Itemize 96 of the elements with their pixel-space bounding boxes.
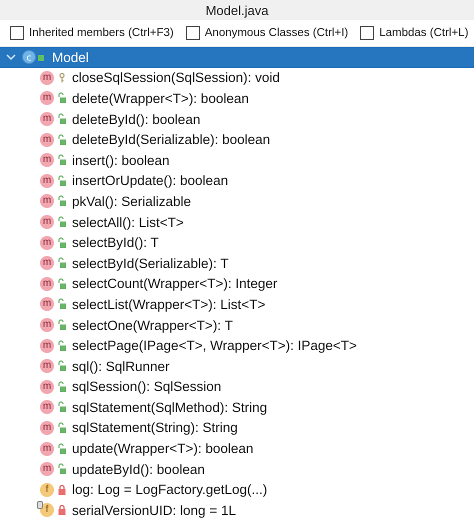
member-signature: selectAll(): List<T> [72,214,184,230]
member-item[interactable]: m selectOne(Wrapper<T>): T [0,314,474,336]
member-kind-icon: m [40,400,54,414]
member-kind-icon: m [40,297,54,312]
member-signature: delete(Wrapper<T>): boolean [72,90,249,106]
member-signature: log: Log = LogFactory.getLog(...) [72,482,268,498]
member-item[interactable]: m selectAll(): List<T> [0,212,474,232]
member-item[interactable]: m update(Wrapper<T>): boolean [0,438,474,459]
member-item[interactable]: m delete(Wrapper<T>): boolean [0,88,474,109]
member-signature: deleteById(): boolean [72,112,200,127]
member-kind-icon: f [40,482,54,497]
member-item[interactable]: m deleteById(): boolean [0,108,474,130]
unlocked-icon [57,319,67,332]
member-item[interactable]: m closeSqlSession(SqlSession): void [0,68,474,88]
member-signature: sqlSession(): SqlSession [72,379,222,394]
member-signature: deleteById(Serializable): boolean [72,132,270,148]
unlocked-icon [57,380,67,393]
member-kind-icon: m [40,236,54,250]
member-item[interactable]: f serialVersionUID: long = 1L [0,500,474,521]
checkbox-square[interactable] [186,26,200,40]
member-kind-icon: m [40,153,54,168]
unlocked-icon [57,340,67,352]
member-kind-icon: f [40,503,54,518]
member-item[interactable]: m deleteById(Serializable): boolean [0,129,474,150]
member-item[interactable]: m insert(): boolean [0,150,474,171]
member-signature: selectOne(Wrapper<T>): T [72,318,233,333]
member-item[interactable]: m sqlStatement(SqlMethod): String [0,397,474,418]
unlocked-icon [57,92,67,104]
member-signature: selectPage(IPage<T>, Wrapper<T>): IPage<T> [72,338,357,354]
checkbox-square[interactable] [10,26,24,40]
checkbox-square[interactable] [360,26,374,40]
member-item[interactable]: m sqlStatement(String): String [0,418,474,438]
unlocked-icon [57,422,67,434]
member-kind-icon: m [40,174,54,188]
unlocked-icon [57,278,67,290]
member-kind-icon: m [40,256,54,270]
lock-icon [57,484,67,496]
member-signature: insert(): boolean [72,152,170,168]
member-signature: closeSqlSession(SqlSession): void [72,70,280,86]
unlocked-icon [57,257,67,270]
unlocked-icon [57,401,67,414]
member-item[interactable]: m insertOrUpdate(): boolean [0,170,474,192]
member-kind-icon: m [40,91,54,106]
member-item[interactable]: m selectList(Wrapper<T>): List<T> [0,294,474,315]
filter-checkbox[interactable]: Inherited members (Ctrl+F3) [10,26,174,40]
key-icon [57,72,67,84]
unlocked-icon [57,298,67,310]
member-signature: sqlStatement(String): String [72,420,238,436]
unlocked-icon [57,442,67,455]
unlocked-icon [57,174,67,187]
member-signature: sqlStatement(SqlMethod): String [72,400,268,415]
member-signature: pkVal(): Serializable [72,194,192,209]
member-item[interactable]: m selectById(Serializable): T [0,252,474,274]
unlocked-icon [57,360,67,372]
member-item[interactable]: m selectById(): T [0,232,474,253]
member-kind-icon: m [40,462,54,476]
member-item[interactable]: m pkVal(): Serializable [0,191,474,212]
member-kind-icon: m [40,318,54,332]
member-item[interactable]: f log: Log = LogFactory.getLog(...) [0,479,474,500]
member-signature: serialVersionUID: long = 1L [72,502,236,518]
member-signature: insertOrUpdate(): boolean [72,173,228,188]
member-signature: sql(): SqlRunner [72,358,170,374]
unlocked-icon [57,195,67,208]
unlocked-icon [57,154,67,166]
lock-icon [57,504,67,516]
member-item[interactable]: m selectPage(IPage<T>, Wrapper<T>): IPage<T> [0,335,474,356]
member-item[interactable]: m sqlSession(): SqlSession [0,376,474,398]
member-signature: selectList(Wrapper<T>): List<T> [72,296,266,312]
unlocked-icon [57,113,67,126]
member-kind-icon: m [40,380,54,394]
unlocked-icon [57,463,67,476]
member-signature: selectCount(Wrapper<T>): Integer [72,276,278,292]
member-kind-icon: m [40,70,54,85]
filter-checkbox[interactable]: Anonymous Classes (Ctrl+I) [186,26,348,40]
filter-checkbox[interactable]: Lambdas (Ctrl+L) [360,26,468,40]
member-signature: updateById(): boolean [72,462,205,477]
member-kind-icon: m [40,442,54,456]
unlocked-icon [57,134,67,146]
unlocked-icon [57,236,67,249]
member-kind-icon: m [40,215,54,230]
member-signature: selectById(Serializable): T [72,256,229,271]
member-kind-icon: m [40,338,54,353]
member-kind-icon: m [40,359,54,374]
member-signature: update(Wrapper<T>): boolean [72,441,254,456]
member-kind-icon: m [40,132,54,147]
window-title: Model.java [206,2,268,18]
member-kind-icon: m [40,112,54,126]
member-item[interactable]: m sql(): SqlRunner [0,356,474,376]
member-item[interactable]: m updateById(): boolean [0,458,474,480]
unlocked-icon [57,216,67,228]
member-item[interactable]: m selectCount(Wrapper<T>): Integer [0,274,474,294]
member-signature: selectById(): T [72,235,159,250]
member-kind-icon: m [40,276,54,291]
member-kind-icon: m [40,420,54,435]
tree-root-item[interactable]: c Model [0,47,474,68]
member-kind-icon: m [40,194,54,208]
